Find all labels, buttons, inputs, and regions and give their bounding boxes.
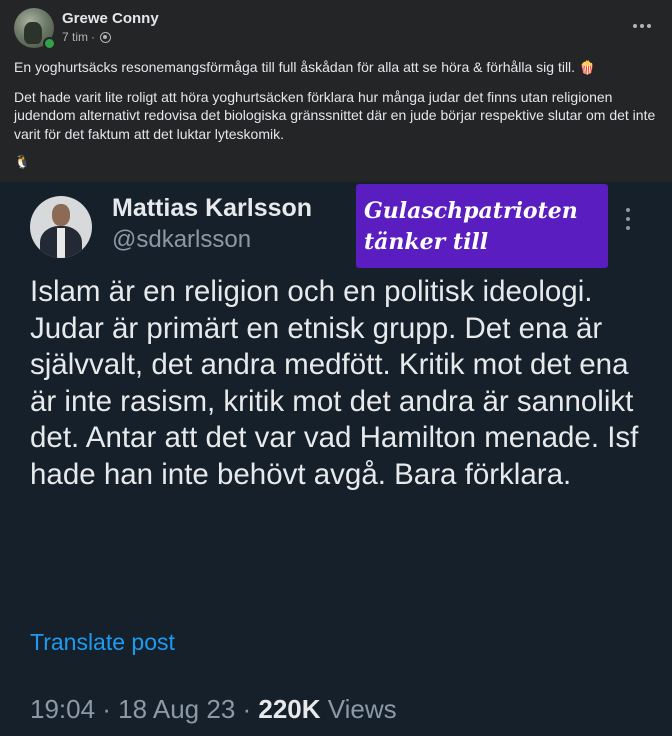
tweet-handle: @sdkarlsson (112, 226, 252, 253)
badge-line: Gulaschpatrioten (364, 198, 578, 224)
caption-badge: Gulaschpatrioten tänker till (356, 184, 608, 268)
online-status-icon (43, 37, 56, 50)
post-time[interactable]: 7 tim (62, 30, 88, 44)
meta-separator: · (91, 30, 96, 44)
tweet-author-name: Mattias Karlsson (112, 194, 313, 222)
translate-link: Translate post (30, 629, 175, 655)
post-paragraph: En yoghurtsäcks resonemangsförmåga till … (14, 58, 660, 78)
badge-line: tänker till (364, 229, 489, 255)
post-paragraph: Det hade varit lite roligt att höra yogh… (14, 88, 656, 142)
views-label: Views (320, 694, 397, 724)
post-header: Grewe Conny 7 tim · (14, 8, 658, 50)
tweet-avatar (30, 196, 92, 258)
author-name[interactable]: Grewe Conny (62, 10, 159, 27)
tweet-footer: 19:04 · 18 Aug 23 · 220K Views (30, 694, 397, 725)
shared-tweet-image[interactable]: Mattias Karlsson @sdkarlsson Gulaschpatr… (0, 182, 672, 736)
tweet-more-icon (626, 208, 632, 230)
post-meta: 7 tim · (62, 30, 112, 44)
more-options-icon[interactable] (630, 16, 654, 36)
post-text: En yoghurtsäcks resonemangsförmåga till … (14, 58, 660, 182)
popcorn-emoji: 🍿 (578, 60, 596, 75)
paragraph-text: En yoghurtsäcks resonemangsförmåga till … (14, 59, 576, 75)
globe-icon (100, 31, 112, 43)
penguin-emoji: 🐧 (14, 154, 31, 169)
tweet-timestamp: 19:04 · 18 Aug 23 · (30, 694, 259, 724)
views-count: 220K (258, 694, 321, 724)
tweet-text: Islam är en religion och en politisk ide… (30, 275, 639, 491)
